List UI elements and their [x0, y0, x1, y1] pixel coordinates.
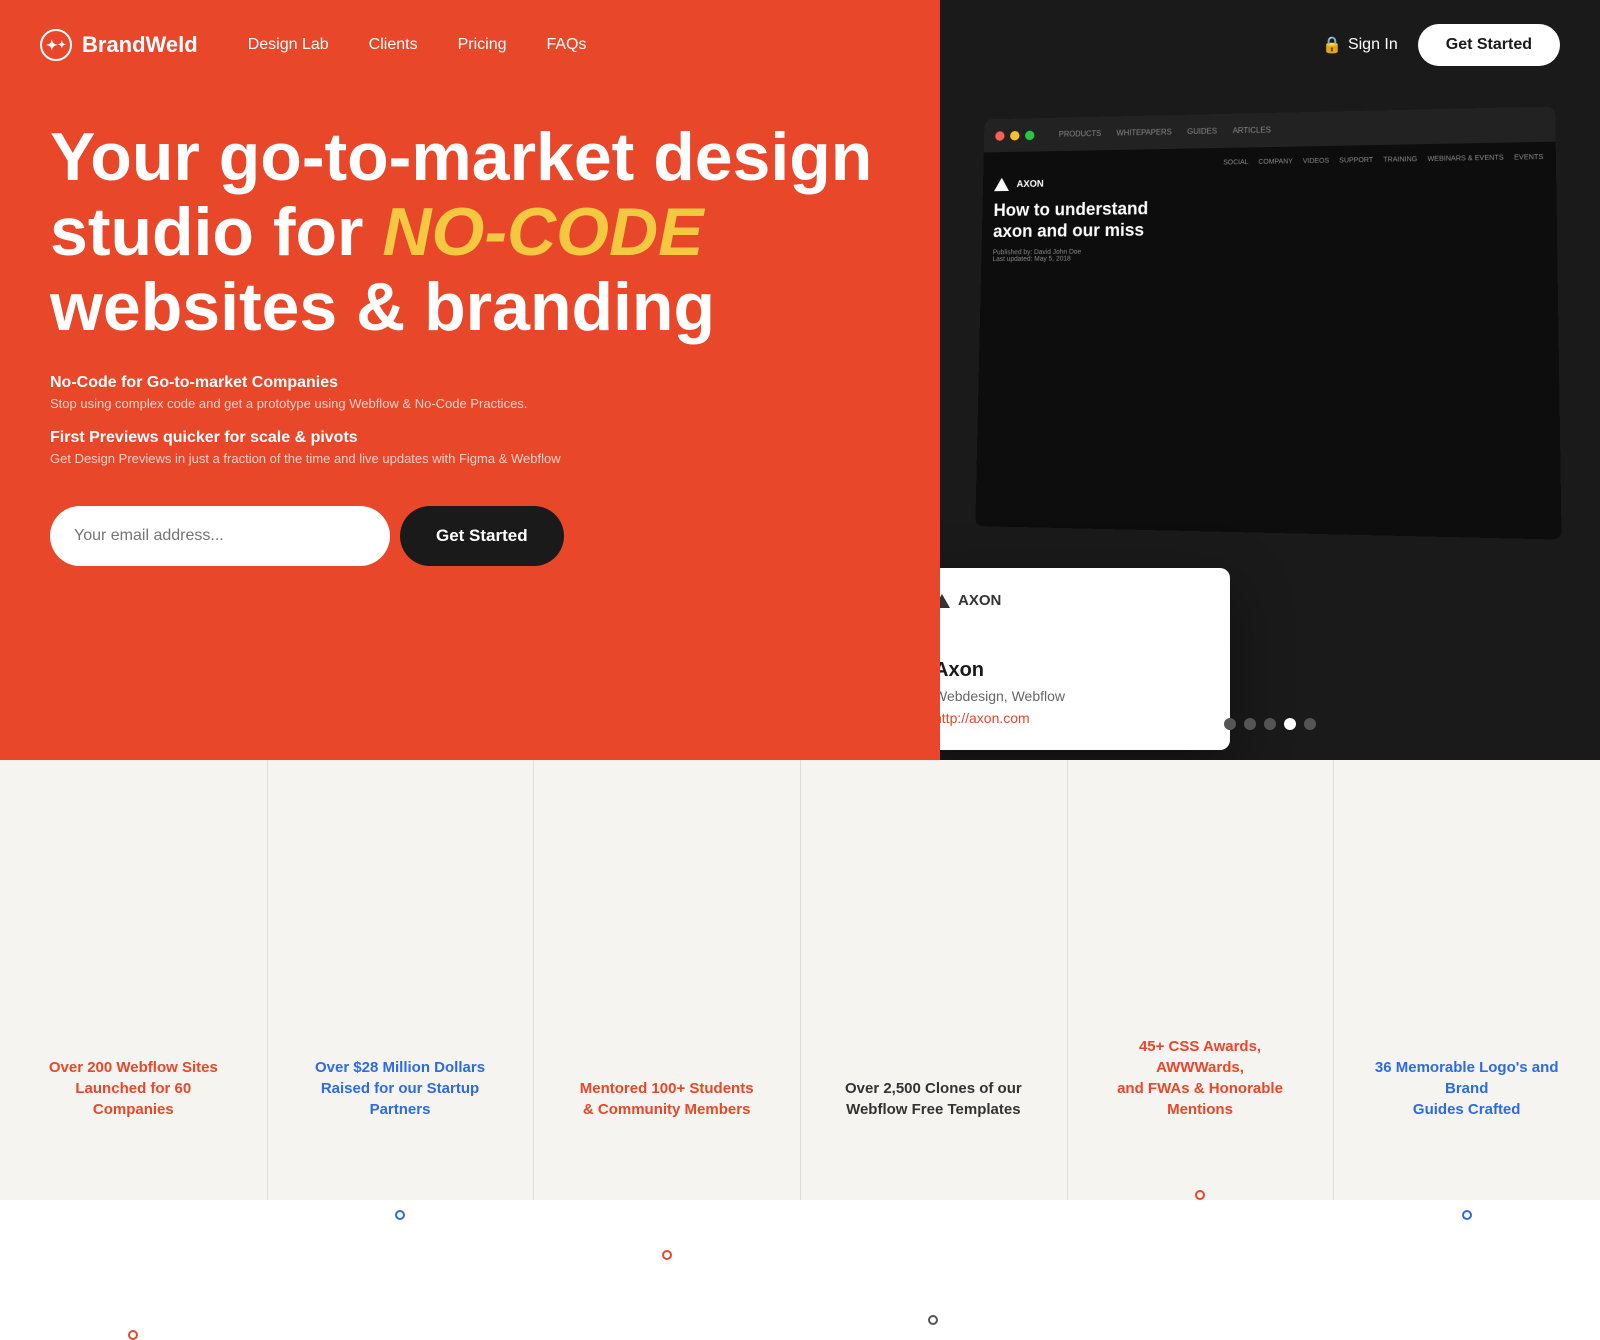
hero-headline: Your go-to-market design studio for NO-C… [50, 120, 890, 344]
headline-highlight: NO-CODE [382, 194, 703, 270]
mockup-top-nav: SOCIAL COMPANY VIDEOS SUPPORT TRAINING W… [995, 154, 1544, 170]
carousel-dots [1224, 718, 1316, 730]
stat-content-5: 45+ CSS Awards, AWWWards,and FWAs & Hono… [1067, 1036, 1334, 1120]
card-title: Axon [940, 659, 1206, 682]
nav-pricing[interactable]: Pricing [458, 36, 507, 53]
dark-mockup: PRODUCTS WHITEPAPERS GUIDES ARTICLES SOC… [975, 106, 1561, 539]
stat-content-3: Mentored 100+ Students& Community Member… [540, 1078, 794, 1120]
axon-brand-row: AXON [994, 169, 1544, 191]
feature-2-desc: Get Design Previews in just a fraction o… [50, 451, 890, 466]
mockup-content: SOCIAL COMPANY VIDEOS SUPPORT TRAINING W… [981, 142, 1558, 275]
nav-links: Design Lab Clients Pricing FAQs [248, 36, 587, 54]
headline-line2: studio for NO-CODE [50, 194, 704, 270]
feature-list: No-Code for Go-to-market Companies Stop … [50, 374, 890, 466]
dot-yellow [1010, 130, 1020, 140]
stat-dot-1 [128, 1330, 138, 1340]
stat-dot-2 [395, 1210, 405, 1220]
stat-content-2: Over $28 Million DollarsRaised for our S… [267, 1057, 534, 1120]
stat-dot-6 [1462, 1210, 1472, 1220]
mockup-container: PRODUCTS WHITEPAPERS GUIDES ARTICLES SOC… [940, 90, 1600, 760]
carousel-dot-1[interactable] [1224, 718, 1236, 730]
stat-content-4: Over 2,500 Clones of ourWebflow Free Tem… [805, 1078, 1062, 1120]
stat-divider-3 [800, 760, 801, 1200]
email-form: Get Started [50, 506, 890, 566]
stats-section: Over 200 Webflow SitesLaunched for 60 Co… [0, 760, 1600, 1200]
mockup-byline: Published by: David John DoeLast updated… [992, 245, 1544, 263]
stat-text-6: 36 Memorable Logo's and BrandGuides Craf… [1353, 1057, 1580, 1120]
carousel-dot-3[interactable] [1264, 718, 1276, 730]
card-logo: AXON [940, 592, 1206, 609]
brand-logo[interactable]: ✦ BrandWeld [40, 29, 198, 61]
get-started-nav-button[interactable]: Get Started [1418, 24, 1560, 66]
carousel-dot-5[interactable] [1304, 718, 1316, 730]
feature-1-title: No-Code for Go-to-market Companies [50, 374, 890, 392]
headline-line1: Your go-to-market design [50, 119, 872, 195]
stat-dot-3 [662, 1250, 672, 1260]
card-link[interactable]: http://axon.com [940, 710, 1206, 726]
axon-logo-icon [994, 178, 1009, 192]
axon-brand-name: AXON [1016, 179, 1043, 190]
stat-text-5: 45+ CSS Awards, AWWWards,and FWAs & Hono… [1087, 1036, 1314, 1120]
stat-divider-2 [533, 760, 534, 1200]
stat-dot-4 [928, 1315, 938, 1325]
hero-section: Your go-to-market design studio for NO-C… [0, 0, 940, 760]
card-logo-icon [940, 594, 950, 608]
stat-text-1: Over 200 Webflow SitesLaunched for 60 Co… [20, 1057, 247, 1120]
carousel-dot-4[interactable] [1284, 718, 1296, 730]
logo-icon: ✦ [40, 29, 72, 61]
feature-2-title: First Previews quicker for scale & pivot… [50, 429, 890, 447]
mockup-nav: PRODUCTS WHITEPAPERS GUIDES ARTICLES [1059, 126, 1271, 139]
email-input[interactable] [50, 506, 390, 566]
nav-right: 🔒 Sign In Get Started [940, 0, 1600, 90]
white-card: AXON Axon Webdesign, Webflow http://axon… [940, 568, 1230, 750]
mockup-heading: How to understandaxon and our miss [993, 193, 1545, 242]
card-subtitle: Webdesign, Webflow [940, 688, 1206, 704]
card-logo-text: AXON [958, 592, 1001, 609]
headline-line3: websites & branding [50, 269, 715, 345]
dot-red [995, 131, 1004, 141]
feature-1-desc: Stop using complex code and get a protot… [50, 396, 890, 411]
stat-divider-5 [1333, 760, 1334, 1200]
stat-text-4: Over 2,500 Clones of ourWebflow Free Tem… [825, 1078, 1042, 1120]
feature-item-2: First Previews quicker for scale & pivot… [50, 429, 890, 466]
stat-divider-4 [1067, 760, 1068, 1200]
navbar: ✦ BrandWeld Design Lab Clients Pricing F… [0, 0, 940, 90]
carousel-dot-2[interactable] [1244, 718, 1256, 730]
stat-divider-1 [267, 760, 268, 1200]
stat-content-1: Over 200 Webflow SitesLaunched for 60 Co… [0, 1057, 267, 1120]
feature-item-1: No-Code for Go-to-market Companies Stop … [50, 374, 890, 411]
signin-button[interactable]: 🔒 Sign In [1322, 35, 1398, 55]
nav-design-lab[interactable]: Design Lab [248, 36, 329, 53]
dark-panel: PRODUCTS WHITEPAPERS GUIDES ARTICLES SOC… [940, 0, 1600, 760]
nav-clients[interactable]: Clients [369, 36, 418, 53]
brand-name: BrandWeld [82, 32, 198, 58]
stat-content-6: 36 Memorable Logo's and BrandGuides Craf… [1333, 1057, 1600, 1120]
lock-icon: 🔒 [1322, 35, 1342, 55]
stat-text-2: Over $28 Million DollarsRaised for our S… [287, 1057, 514, 1120]
stat-text-3: Mentored 100+ Students& Community Member… [560, 1078, 774, 1120]
stat-dot-5 [1195, 1190, 1205, 1200]
nav-faqs[interactable]: FAQs [546, 36, 586, 53]
dot-green [1025, 130, 1035, 140]
get-started-hero-button[interactable]: Get Started [400, 506, 564, 566]
